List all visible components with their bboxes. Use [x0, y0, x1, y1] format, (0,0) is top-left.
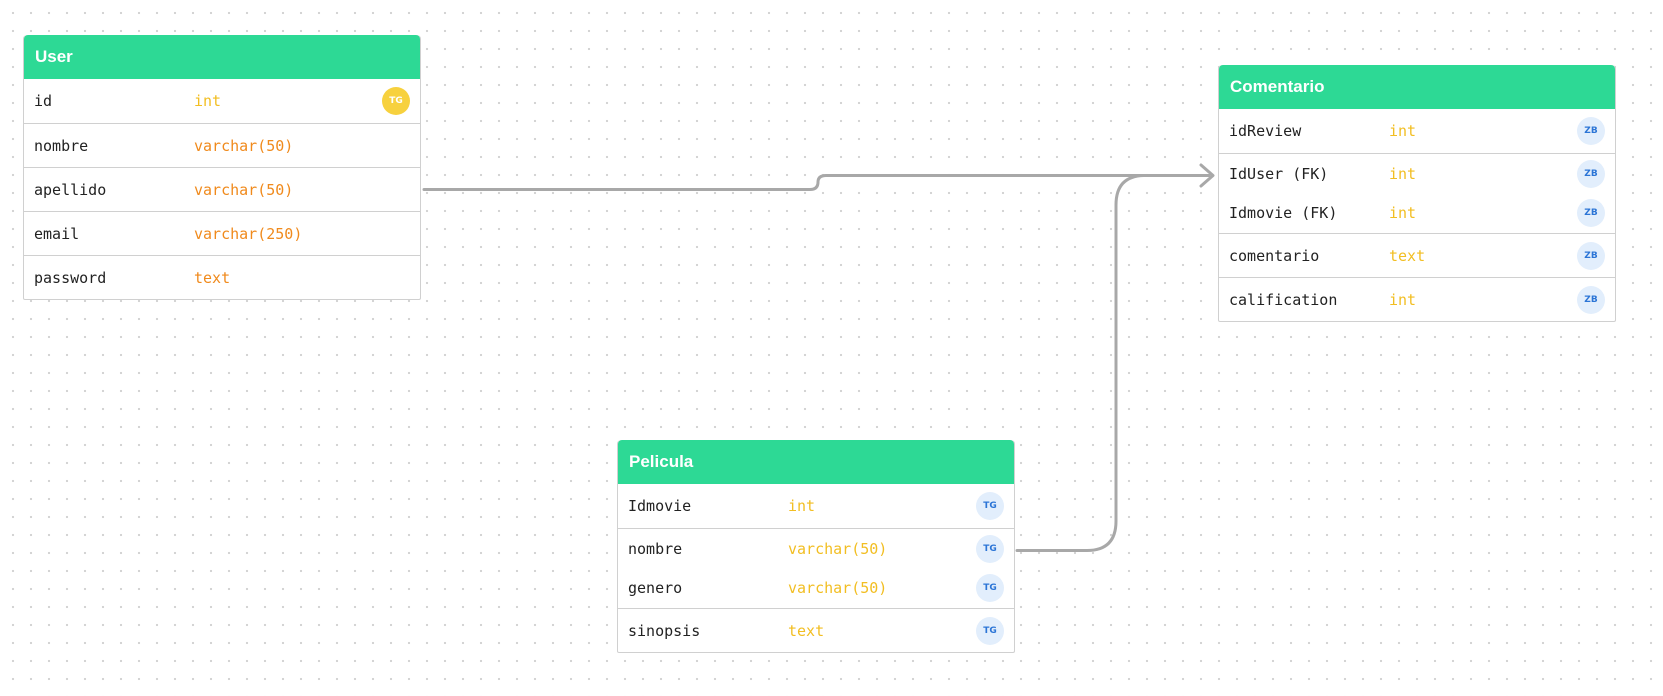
field-row-apellido[interactable]: apellido varchar(50) — [24, 167, 420, 211]
table-header[interactable]: Pelicula — [618, 440, 1014, 484]
table-header[interactable]: Comentario — [1219, 65, 1615, 109]
field-type: text — [788, 621, 825, 640]
field-type: int — [1389, 290, 1417, 309]
field-name: Idmovie — [628, 497, 692, 515]
field-row-sinopsis[interactable]: sinopsis text TG — [618, 608, 1014, 652]
field-row-calification[interactable]: calification int ZB — [1219, 277, 1615, 321]
field-name: apellido — [34, 180, 107, 199]
field-type: varchar(50) — [788, 579, 888, 597]
table-comentario[interactable]: Comentario idReview int ZB IdUser (FK) i… — [1218, 65, 1616, 322]
field-type: int — [788, 497, 816, 515]
field-name: comentario — [1229, 246, 1320, 265]
field-name: id — [34, 92, 53, 110]
field-name: nombre — [34, 136, 89, 155]
field-row-idreview[interactable]: idReview int ZB — [1219, 109, 1615, 153]
field-name: password — [34, 268, 107, 287]
connector-arrowhead — [1199, 163, 1215, 188]
field-row-iduser[interactable]: IdUser (FK) int ZB — [1219, 153, 1615, 193]
user-avatar-badge[interactable]: ZB — [1577, 241, 1605, 270]
user-avatar-badge[interactable]: ZB — [1577, 159, 1605, 188]
field-name: Idmovie (FK) — [1229, 204, 1338, 222]
user-avatar-badge[interactable]: ZB — [1577, 117, 1605, 145]
user-avatar-badge[interactable]: ZB — [1577, 285, 1605, 314]
field-type: varchar(50) — [194, 136, 294, 155]
field-row-genero[interactable]: genero varchar(50) TG — [618, 568, 1014, 608]
connector-pelicula-to-comentario — [1015, 174, 1211, 552]
field-type: varchar(250) — [194, 224, 303, 243]
field-row-nombre[interactable]: nombre varchar(50) — [24, 123, 420, 167]
field-type: int — [1389, 164, 1417, 183]
field-name: calification — [1229, 290, 1338, 309]
field-row-nombre[interactable]: nombre varchar(50) TG — [618, 528, 1014, 568]
field-type: varchar(50) — [194, 180, 294, 199]
field-row-email[interactable]: email varchar(250) — [24, 211, 420, 255]
user-avatar-badge[interactable]: TG — [976, 534, 1004, 563]
table-header[interactable]: User — [24, 35, 420, 79]
connector-user-to-comentario — [422, 174, 1211, 191]
user-avatar-badge[interactable]: ZB — [1577, 199, 1605, 227]
field-row-password[interactable]: password text — [24, 255, 420, 299]
user-avatar-badge[interactable]: TG — [976, 492, 1004, 520]
field-name: IdUser (FK) — [1229, 164, 1329, 183]
user-avatar-badge[interactable]: TG — [382, 87, 410, 115]
user-avatar-badge[interactable]: TG — [976, 616, 1004, 645]
field-type: varchar(50) — [788, 539, 888, 558]
table-pelicula[interactable]: Pelicula Idmovie int TG nombre varchar(5… — [617, 440, 1015, 653]
field-type: text — [194, 268, 231, 287]
field-row-idmovie[interactable]: Idmovie int TG — [618, 484, 1014, 528]
field-row-id[interactable]: id int TG — [24, 79, 420, 123]
field-name: idReview — [1229, 122, 1302, 140]
field-name: sinopsis — [628, 621, 701, 640]
field-name: nombre — [628, 539, 683, 558]
field-row-idmovie[interactable]: Idmovie (FK) int ZB — [1219, 193, 1615, 233]
user-avatar-badge[interactable]: TG — [976, 574, 1004, 602]
field-type: int — [1389, 204, 1417, 222]
field-type: int — [1389, 122, 1417, 140]
field-name: genero — [628, 579, 683, 597]
field-name: email — [34, 224, 80, 243]
table-user[interactable]: User id int TG nombre varchar(50) apelli… — [23, 35, 421, 300]
field-type: text — [1389, 246, 1426, 265]
field-row-comentario[interactable]: comentario text ZB — [1219, 233, 1615, 277]
field-type: int — [194, 92, 222, 110]
